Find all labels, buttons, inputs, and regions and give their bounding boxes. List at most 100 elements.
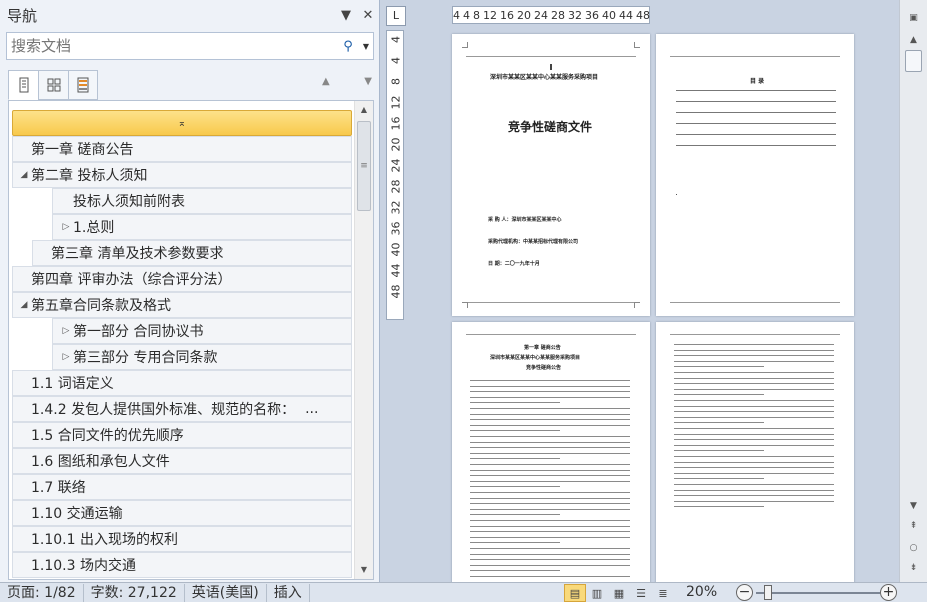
zoom-level[interactable]: 20% bbox=[686, 584, 717, 600]
search-input[interactable] bbox=[7, 37, 337, 55]
heading-item[interactable]: 1.1 词语定义 bbox=[12, 370, 352, 396]
previous-heading-icon[interactable]: ▲ bbox=[322, 76, 330, 87]
ruler-tick-label: 8 bbox=[473, 8, 480, 22]
heading-item[interactable]: 1.6 图纸和承包人文件 bbox=[12, 448, 352, 474]
heading-item[interactable]: 1.10.3 场内交通 bbox=[12, 552, 352, 578]
text-line bbox=[674, 383, 834, 385]
text-line bbox=[470, 469, 630, 471]
page-body[interactable] bbox=[656, 322, 854, 582]
web-layout-icon[interactable]: ▦ bbox=[608, 584, 630, 602]
text-line bbox=[470, 559, 630, 561]
page-announcement[interactable]: 第一章 磋商公告 深圳市某某区某某中心某某服务采购项目 竞争性磋商公告 bbox=[452, 322, 650, 582]
next-heading-icon[interactable]: ▼ bbox=[364, 76, 372, 87]
collapse-all-button[interactable]: ⌅ bbox=[12, 110, 352, 136]
nav-close-icon[interactable]: ✕ bbox=[357, 8, 379, 23]
ruler-tick-label: 8 bbox=[389, 78, 403, 85]
heading-item[interactable]: 1.4.2 发包人提供国外标准、规范的名称：... bbox=[12, 396, 352, 422]
text-line bbox=[470, 391, 630, 393]
ruler-toggle-icon[interactable]: ▣ bbox=[900, 8, 927, 28]
toc-title: 目 录 bbox=[750, 78, 765, 85]
text-line bbox=[674, 388, 834, 390]
text-line bbox=[470, 536, 630, 538]
page-cover[interactable]: 深圳市某某区某某中心某某服务采购项目 竞争性磋商文件 采 购 人：深圳市某某区某… bbox=[452, 34, 650, 316]
text-line bbox=[470, 548, 630, 549]
heading-item[interactable]: ▷ 第三部分 专用合同条款 bbox=[52, 344, 352, 370]
heading-item[interactable]: 投标人须知前附表 bbox=[52, 188, 352, 214]
ruler-tick-label: 20 bbox=[517, 8, 531, 22]
expand-toggle-icon[interactable]: ◢ bbox=[17, 300, 31, 310]
heading-item[interactable]: 1.10.1 出入现场的权利 bbox=[12, 526, 352, 552]
heading-item[interactable]: ▷ 1.总则 bbox=[52, 214, 352, 240]
text-line bbox=[470, 380, 630, 381]
zoom-slider[interactable] bbox=[756, 592, 880, 594]
heading-item[interactable]: 1.7 联络 bbox=[12, 474, 352, 500]
scroll-down-icon[interactable]: ▼ bbox=[900, 496, 927, 516]
expand-toggle-icon[interactable]: ▷ bbox=[59, 222, 73, 232]
heading-item[interactable]: 1.5 合同文件的优先顺序 bbox=[12, 422, 352, 448]
browse-object-icon[interactable]: ○ bbox=[900, 538, 927, 558]
ruler-tick-label: 28 bbox=[389, 179, 403, 194]
ruler-tick-label: 24 bbox=[389, 158, 403, 173]
outline-view-icon[interactable]: ☰ bbox=[630, 584, 652, 602]
horizontal-ruler[interactable]: 4 4 8 12 16 20 24 28 32 36 40 44 48 bbox=[452, 6, 650, 24]
heading-item[interactable]: 1.10 交通运输 bbox=[12, 500, 352, 526]
full-screen-reading-icon[interactable]: ▥ bbox=[586, 584, 608, 602]
expand-toggle-icon[interactable]: ◢ bbox=[17, 170, 31, 180]
heading-item-label: 1.10 交通运输 bbox=[31, 506, 123, 522]
ruler-tab-selector[interactable]: L bbox=[386, 6, 406, 26]
text-line bbox=[674, 467, 834, 469]
language-indicator[interactable]: 英语(美国) bbox=[185, 583, 267, 602]
text-line bbox=[674, 394, 764, 396]
expand-toggle-icon[interactable]: ▷ bbox=[59, 352, 73, 362]
scroll-up-icon[interactable]: ▲ bbox=[900, 30, 927, 50]
heading-item-label: 第五章合同条款及格式 bbox=[31, 298, 171, 314]
heading-tree: ⌅ 第一章 磋商公告 ◢ 第二章 投标人须知 投标人须知前附表 ▷ 1.总则 第三章 清单及… bbox=[8, 100, 374, 580]
heading-item[interactable]: ◢ 第二章 投标人须知 bbox=[12, 162, 352, 188]
ruler-tick-label: 4 bbox=[389, 36, 403, 43]
draft-view-icon[interactable]: ≣ bbox=[652, 584, 674, 602]
document-scrollbar[interactable]: ▣ ▲ ▼ ⇞ ○ ⇟ bbox=[899, 0, 927, 582]
ruler-tick-label: 12 bbox=[483, 8, 497, 22]
text-line bbox=[470, 402, 560, 404]
scroll-up-icon[interactable]: ▲ bbox=[355, 101, 373, 119]
scroll-down-icon[interactable]: ▼ bbox=[355, 561, 373, 579]
search-options-icon[interactable]: ▼ bbox=[359, 42, 373, 51]
heading-item[interactable]: ▷ 第一部分 合同协议书 bbox=[52, 318, 352, 344]
text-line bbox=[674, 439, 834, 441]
heading-item[interactable]: 第一章 磋商公告 bbox=[12, 136, 352, 162]
ruler-tick-label: 32 bbox=[568, 8, 582, 22]
tab-headings[interactable] bbox=[8, 70, 38, 100]
text-line bbox=[674, 433, 834, 435]
print-layout-icon[interactable]: ▤ bbox=[564, 584, 586, 602]
ruler-tick-label: 16 bbox=[500, 8, 514, 22]
expand-toggle-icon[interactable]: ▷ bbox=[59, 326, 73, 336]
search-box[interactable]: ⚲ ▼ bbox=[6, 32, 374, 60]
previous-page-icon[interactable]: ⇞ bbox=[900, 516, 927, 536]
zoom-in-button[interactable]: + bbox=[880, 584, 897, 601]
page-toc[interactable]: 目 录 bbox=[656, 34, 854, 316]
document-canvas[interactable]: 深圳市某某区某某中心某某服务采购项目 竞争性磋商文件 采 购 人：深圳市某某区某… bbox=[410, 26, 898, 582]
heading-item[interactable]: ◢ 第五章合同条款及格式 bbox=[12, 292, 352, 318]
nav-options-icon[interactable]: ▼ bbox=[335, 8, 357, 23]
p3-heading: 第一章 磋商公告 bbox=[524, 345, 561, 351]
text-line bbox=[470, 525, 630, 527]
text-line bbox=[470, 553, 630, 555]
zoom-slider-handle[interactable] bbox=[764, 585, 772, 600]
tree-scrollbar[interactable]: ▲ ≡ ▼ bbox=[354, 101, 373, 579]
heading-item[interactable]: 第四章 评审办法（综合评分法） bbox=[12, 266, 352, 292]
text-line bbox=[470, 503, 630, 505]
insert-mode[interactable]: 插入 bbox=[267, 583, 310, 602]
tab-pages[interactable] bbox=[38, 70, 68, 100]
tab-results[interactable] bbox=[68, 70, 98, 100]
heading-item[interactable]: 第三章 清单及技术参数要求 bbox=[32, 240, 352, 266]
page-count[interactable]: 页面: 1/82 bbox=[0, 583, 84, 602]
document-scroll-thumb[interactable] bbox=[905, 50, 922, 72]
p3-sub1: 深圳市某某区某某中心某某服务采购项目 bbox=[490, 355, 581, 361]
next-page-icon[interactable]: ⇟ bbox=[900, 558, 927, 578]
word-count[interactable]: 字数: 27,122 bbox=[84, 583, 185, 602]
zoom-out-button[interactable]: − bbox=[736, 584, 753, 601]
scroll-thumb[interactable]: ≡ bbox=[357, 121, 371, 211]
vertical-ruler[interactable]: 4 4 8 12 16 20 24 28 32 36 40 44 48 bbox=[386, 30, 404, 320]
p3-sub2: 竞争性磋商公告 bbox=[526, 365, 562, 371]
search-icon[interactable]: ⚲ bbox=[337, 39, 359, 54]
